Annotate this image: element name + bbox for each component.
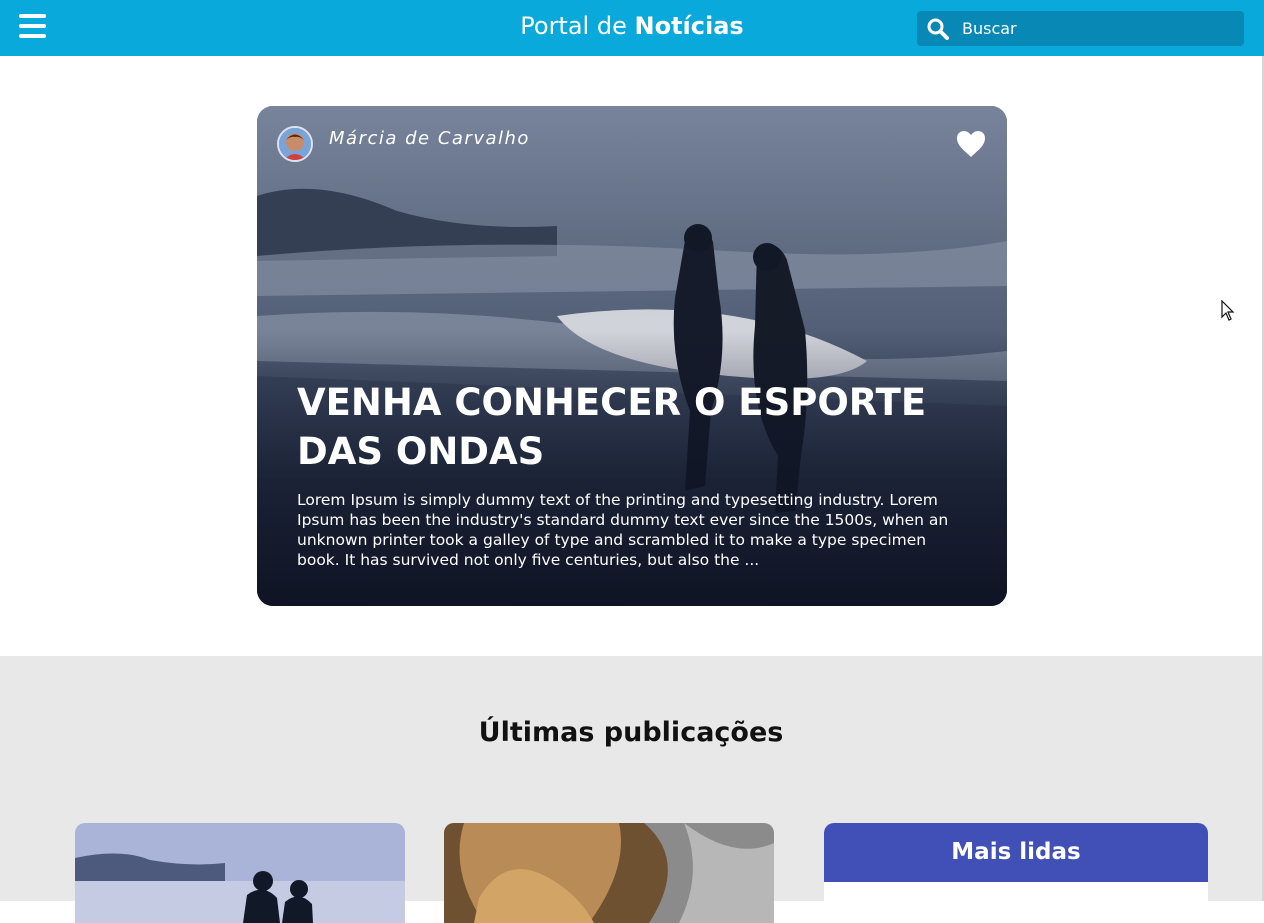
search-box[interactable]	[917, 11, 1244, 46]
top-navigation: Portal de Notícias	[0, 0, 1264, 56]
author-photo-icon	[279, 128, 311, 160]
search-icon[interactable]	[926, 17, 950, 41]
search-input[interactable]	[962, 15, 1232, 42]
publication-image	[444, 823, 774, 923]
publication-card-lion[interactable]	[444, 823, 774, 923]
latest-publications-title: Últimas publicações	[478, 717, 784, 748]
most-read-title: Mais lidas	[824, 823, 1208, 882]
most-read-panel: Mais lidas	[824, 823, 1208, 903]
site-title-prefix: Portal de	[520, 12, 627, 40]
featured-excerpt: Lorem Ipsum is simply dummy text of the …	[297, 491, 949, 569]
publication-image	[75, 823, 405, 923]
publication-card-surf[interactable]	[75, 823, 405, 923]
site-title-bold: Notícias	[634, 12, 744, 40]
author-name[interactable]: Márcia de Carvalho	[329, 128, 530, 149]
mouse-cursor-icon	[1221, 300, 1235, 321]
latest-publications-section: Últimas publicações Mais lidas	[0, 656, 1262, 923]
featured-title[interactable]: VENHA CONHECER O ESPORTE DAS ONDAS	[297, 378, 987, 476]
heart-icon[interactable]	[955, 129, 987, 159]
featured-article-card[interactable]: Márcia de Carvalho VENHA CONHECER O ESPO…	[257, 106, 1007, 606]
author-avatar[interactable]	[277, 126, 313, 162]
